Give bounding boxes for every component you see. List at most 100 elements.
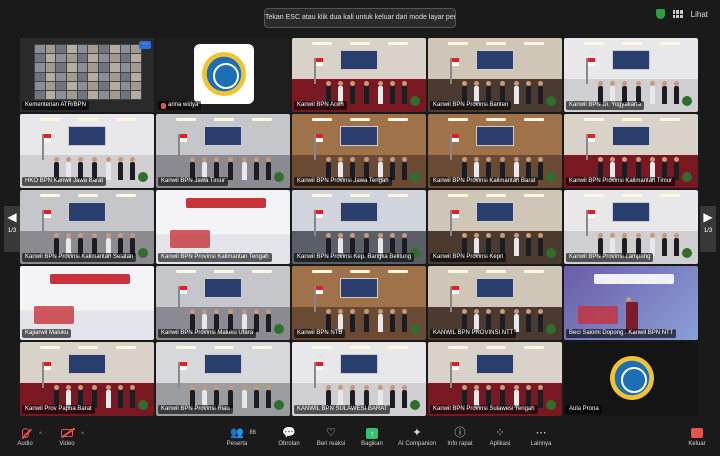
view-label[interactable]: Lihat <box>691 10 708 19</box>
participant-name: Kanwil BPN NTB <box>297 330 343 336</box>
video-tile[interactable]: Kanwil Prov Papua Barat <box>20 342 154 416</box>
leave-button[interactable]: Keluar <box>674 425 720 447</box>
video-tile[interactable]: ··· Kementerian ATR/BPN <box>20 38 154 112</box>
participant-name-label: Kementerian ATR/BPN <box>22 101 89 110</box>
video-tile[interactable]: Kanwil BPN Provinsi Jawa Tengah <box>292 114 426 188</box>
atr-bpn-logo <box>602 348 662 408</box>
participant-name: Kanwil BPN Provinsi Kalimantan Selatan <box>25 254 134 260</box>
leave-door-icon <box>691 428 703 439</box>
more-label: Lainnya <box>530 441 552 447</box>
video-tile[interactable]: arina widya <box>156 38 290 112</box>
participant-name: Kanwil BPN Provinsi Lampung <box>569 254 651 260</box>
video-tile[interactable]: Kanwil BPN Provinsi Kalimantan Barat <box>428 114 562 188</box>
participant-name-label: Kanwil BPN Provinsi Kep. Bangka Belitung <box>294 253 415 262</box>
share-arrow-icon: ↑ <box>366 427 378 439</box>
more-button[interactable]: ⋯ Lainnya <box>518 425 564 447</box>
video-tile[interactable]: KANWIL BPN PROVINSI NTT <box>428 266 562 340</box>
microphone-muted-icon <box>21 428 29 439</box>
participant-name: Kanwil BPN Provinsi Kepri <box>433 254 504 260</box>
participants-button[interactable]: 👥 86 Peserta <box>214 425 260 447</box>
participant-name-label: Kanwil BPN Provinsi Kalimantan Selatan <box>22 253 137 262</box>
chevron-up-icon[interactable]: ^ <box>81 427 84 443</box>
participant-name: Kanwil BPN Provinsi Kep. Bangka Belitung <box>297 254 412 260</box>
video-tile[interactable]: Kanwil BPN Provinsi Lampung <box>564 190 698 264</box>
chevron-up-icon[interactable]: ^ <box>39 427 42 443</box>
video-tile[interactable]: Kanwil BPN Provinsi Riau <box>156 342 290 416</box>
info-icon: ⓘ <box>454 427 466 439</box>
participant-name: arina widya <box>168 102 199 108</box>
participant-name-label: Kanwil BPN Jawa Timur <box>158 177 229 186</box>
participant-name: Kementerian ATR/BPN <box>25 102 86 108</box>
reactions-button[interactable]: ♡ Beri reaksi <box>308 425 354 447</box>
participant-name-label: KANWIL BPN PROVINSI NTT <box>430 329 517 338</box>
participant-name: Kanwil BPN Provinsi Jawa Tengah <box>297 178 389 184</box>
video-tile[interactable]: Kanwil BPN Provinsi Banten <box>428 38 562 112</box>
page-indicator-left: 1/3 <box>7 228 17 234</box>
participant-name-label: Kanwil BPN Provinsi Jawa Tengah <box>294 177 392 186</box>
apps-label: Aplikasi <box>489 441 511 447</box>
participant-name-label: Kanwil Prov Papua Barat <box>22 405 95 414</box>
participant-name-label: Kanwil BPN Di. Yogyakarta <box>566 101 645 110</box>
participant-name-label: HKO BPN Kanwil Jawa Barat <box>22 177 107 186</box>
participant-name-label: Kanwil BPN Provinsi Kalimantan Tengah <box>158 253 272 262</box>
video-tile[interactable]: Kanwil BPN Provinsi Kalimantan Selatan <box>20 190 154 264</box>
video-tile[interactable]: HKO BPN Kanwil Jawa Barat <box>20 114 154 188</box>
apps-button[interactable]: ⁘ Aplikasi <box>477 425 523 447</box>
participant-name: Kanwil BPN Provinsi Riau <box>161 406 230 412</box>
video-tile[interactable]: Kanwil BPN Provinsi Kepri <box>428 190 562 264</box>
participant-name: Kanwil BPN Provinsi Sulawesi Tengah <box>433 406 535 412</box>
video-tile[interactable]: Kanwil BPN Provinsi Kalimantan Tengah <box>156 190 290 264</box>
video-tile[interactable]: Kanwil BPN Aceh <box>292 38 426 112</box>
video-tile[interactable]: Kanwil BPN Provinsi Maluku Utara <box>156 266 290 340</box>
chevron-left-icon: ◀ <box>7 210 17 224</box>
ai-companion-button[interactable]: ✦ AI Companion <box>392 425 442 447</box>
participant-name-label: Kanwil BPN Provinsi Riau <box>158 405 233 414</box>
participant-name-label: Kanwil BPN Provinsi Sulawesi Tengah <box>430 405 538 414</box>
video-tile[interactable]: Kajiarwil Maluku <box>20 266 154 340</box>
microphone-muted-icon <box>161 102 166 109</box>
tile-options-button[interactable]: ··· <box>139 41 151 49</box>
video-tile[interactable]: KANWIL BPN SULAWESI BARAT <box>292 342 426 416</box>
participant-name: Kanwil BPN Jawa Timur <box>161 178 226 184</box>
chevron-right-icon: ▶ <box>703 210 713 224</box>
video-tile[interactable]: Beci Salomi Dopong . Kanwil BPN NTT <box>564 266 698 340</box>
apps-icon: ⁘ <box>495 427 505 439</box>
participant-name-label: Kanwil BPN NTB <box>294 329 346 338</box>
video-tile[interactable]: Kanwil BPN Di. Yogyakarta <box>564 38 698 112</box>
participant-count: 86 <box>249 430 256 436</box>
participant-name: KANWIL BPN SULAWESI BARAT <box>297 406 388 412</box>
atr-bpn-logo <box>194 44 254 104</box>
video-button[interactable]: ^ Video <box>44 425 90 447</box>
gallery-view-icon[interactable] <box>672 10 683 18</box>
chat-label: Obrolan <box>278 441 300 447</box>
video-tile[interactable]: Kanwil BPN Provinsi Kep. Bangka Belitung <box>292 190 426 264</box>
sparkle-icon: ✦ <box>412 427 422 439</box>
participant-name: Beci Salomi Dopong . Kanwil BPN NTT <box>569 330 674 336</box>
participant-name-label: Kanwil BPN Provinsi Maluku Utara <box>158 329 257 338</box>
video-tile[interactable]: Aula Prona <box>564 342 698 416</box>
participant-name-label: Kanwil BPN Provinsi Lampung <box>566 253 654 262</box>
participants-icon: 👥 <box>230 427 244 439</box>
participant-name: Kanwil Prov Papua Barat <box>25 406 92 412</box>
previous-page-button[interactable]: ◀ 1/3 <box>4 206 20 252</box>
video-tile[interactable]: Kanwil BPN Provinsi Sulawesi Tengah <box>428 342 562 416</box>
participant-name-label: KANWIL BPN SULAWESI BARAT <box>294 405 391 414</box>
participant-name-label: arina widya <box>158 101 202 110</box>
participant-name: Kanwil BPN Provinsi Banten <box>433 102 509 108</box>
gallery-view: ··· Kementerian ATR/BPN arina widya Kanwil … <box>19 37 701 419</box>
audio-button[interactable]: ^ Audio <box>2 425 48 447</box>
camera-off-icon <box>61 429 73 438</box>
chat-button[interactable]: 💬 Obrolan <box>266 425 312 447</box>
video-tile[interactable]: Kanwil BPN Jawa Timur <box>156 114 290 188</box>
next-page-button[interactable]: ▶ 1/3 <box>700 206 716 252</box>
heart-icon: ♡ <box>326 427 336 439</box>
share-button[interactable]: ↑ Bagikan <box>349 425 395 447</box>
video-tile[interactable]: Kanwil BPN NTB <box>292 266 426 340</box>
video-tile[interactable]: Kanwil BPN Provinsi Kalimantan Timur <box>564 114 698 188</box>
participant-name: KANWIL BPN PROVINSI NTT <box>433 330 514 336</box>
security-shield-icon[interactable] <box>655 9 665 19</box>
participant-name: Kanwil BPN Provinsi Kalimantan Barat <box>433 178 536 184</box>
more-dots-icon: ⋯ <box>535 427 547 439</box>
participant-name-label: Kanwil BPN Aceh <box>294 101 347 110</box>
participant-name-label: Kanwil BPN Provinsi Kepri <box>430 253 507 262</box>
